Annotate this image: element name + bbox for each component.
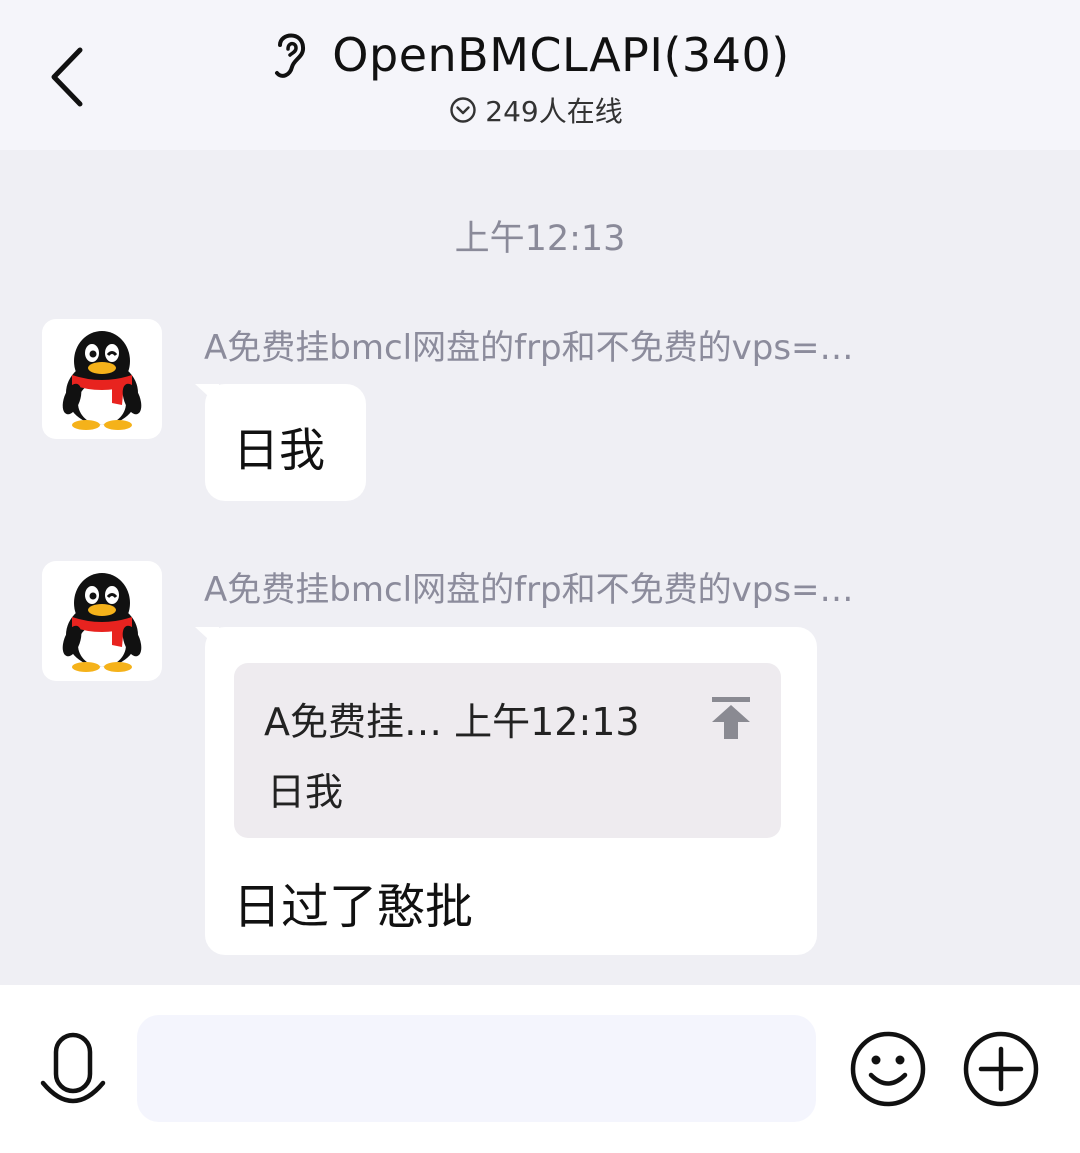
avatar[interactable] bbox=[42, 319, 162, 439]
ear-icon bbox=[275, 33, 306, 78]
message-text: 日我 bbox=[233, 423, 325, 477]
message-text: 日过了憨批 bbox=[233, 879, 474, 935]
online-count: 249人在线 bbox=[485, 95, 623, 128]
avatar[interactable] bbox=[42, 561, 162, 681]
sender-name[interactable]: A免费挂bmcl网盘的frp和不免费的vps=… bbox=[204, 320, 854, 369]
message-bubble[interactable]: 日我 bbox=[205, 384, 366, 501]
plus-circle-icon[interactable] bbox=[962, 1030, 1040, 1108]
sender-name[interactable]: A免费挂bmcl网盘的frp和不免费的vps=… bbox=[204, 562, 854, 611]
quote-sender: A免费挂… bbox=[264, 700, 442, 744]
message-timestamp: 上午12:13 bbox=[454, 219, 626, 259]
message-bubble[interactable]: A免费挂… 上午12:13 日我 日过了憨批 bbox=[205, 627, 817, 955]
smiley-icon[interactable] bbox=[849, 1030, 927, 1108]
quote-header: A免费挂… 上午12:13 bbox=[264, 691, 640, 746]
message-input[interactable] bbox=[137, 1015, 816, 1122]
quote-text: 日我 bbox=[267, 770, 344, 814]
input-bar bbox=[0, 985, 1080, 1153]
qq-penguin-icon bbox=[62, 331, 142, 430]
jump-to-top-icon[interactable] bbox=[709, 695, 753, 741]
quoted-message[interactable]: A免费挂… 上午12:13 日我 bbox=[234, 663, 781, 838]
chevron-down-circle-icon bbox=[450, 97, 476, 123]
chat-title: OpenBMCLAPI(340) bbox=[332, 28, 790, 82]
qq-penguin-icon bbox=[62, 573, 142, 672]
microphone-icon[interactable] bbox=[38, 1031, 108, 1113]
chat-header: OpenBMCLAPI(340) 249人在线 bbox=[0, 0, 1080, 150]
title-row[interactable]: OpenBMCLAPI(340) bbox=[0, 22, 1080, 88]
online-status[interactable]: 249人在线 bbox=[0, 90, 1080, 130]
quote-time: 上午12:13 bbox=[454, 700, 640, 744]
